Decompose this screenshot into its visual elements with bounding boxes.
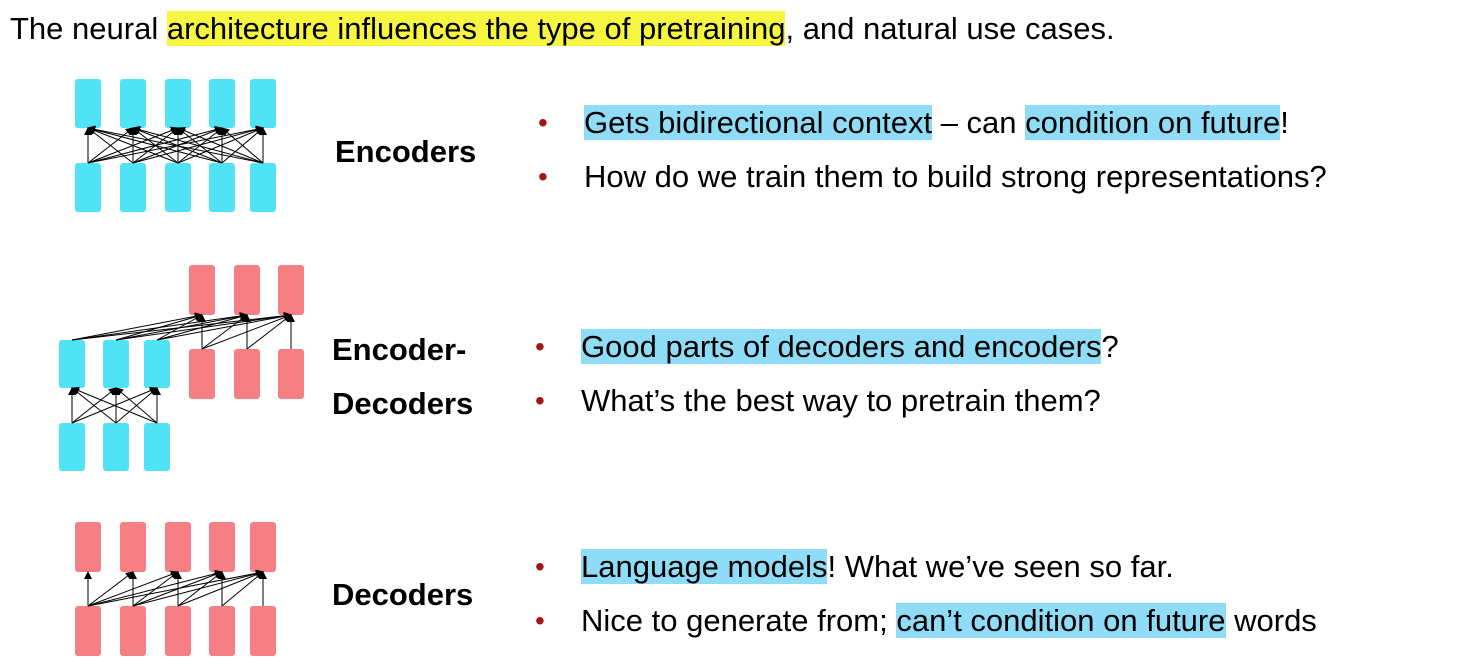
highlight-text: can’t condition on future — [896, 603, 1226, 638]
encoder-hidden-block — [120, 79, 146, 128]
bullet-text: words — [1225, 603, 1317, 638]
encoder-input-block — [75, 163, 101, 212]
decoder-output-block — [75, 522, 101, 572]
encoder-hidden-block — [75, 79, 101, 128]
bullet-text: Nice to generate from; — [581, 603, 897, 638]
encoder-diagram — [75, 79, 276, 212]
encoder-decoder-diagram — [59, 265, 304, 471]
bullet-icon: • — [538, 107, 548, 138]
decoder-input-block — [165, 606, 191, 656]
decoder-output-block — [234, 265, 260, 315]
encoder-decoders-label-line1: Encoder- — [332, 332, 467, 367]
connection-arrow — [115, 313, 203, 341]
highlight-text: Gets bidirectional context — [584, 105, 933, 140]
decoders-bullets: • Language models! What we’ve seen so fa… — [535, 547, 1317, 655]
encoder-decoders-label-line2: Decoders — [332, 386, 474, 421]
encoder-input-block — [120, 163, 146, 212]
decoder-input-block — [120, 606, 146, 656]
bullet-icon: • — [535, 385, 545, 416]
bullet-text: – can — [932, 105, 1026, 140]
connection-arrow — [87, 569, 264, 607]
highlight-text: condition on future — [1025, 105, 1281, 140]
highlight-text: Language models — [581, 549, 828, 584]
encoders-bullets: • Gets bidirectional context – can condi… — [538, 103, 1327, 211]
connection-arrow — [132, 571, 179, 607]
decoder-input-block — [189, 349, 215, 399]
encoder-input-block — [209, 163, 235, 212]
decoder-input-block — [250, 606, 276, 656]
bullet-text: ? — [1101, 329, 1119, 364]
decoder-input-block — [75, 606, 101, 656]
bullet-icon: • — [538, 161, 548, 192]
connection-arrow — [177, 570, 264, 607]
decoder-diagram — [75, 522, 276, 656]
decoder-output-block — [120, 522, 146, 572]
list-item: • Language models! What we’ve seen so fa… — [535, 547, 1317, 601]
decoder-input-block — [209, 606, 235, 656]
bullet-icon: • — [535, 331, 545, 362]
connection-arrow — [87, 571, 134, 607]
decoder-output-block — [209, 522, 235, 572]
decoder-output-block — [278, 265, 304, 315]
encoder-input-block — [59, 423, 85, 471]
bullet-text: What’s the best way to pretrain them? — [581, 383, 1101, 418]
encoder-hidden-block — [165, 79, 191, 128]
list-item: • Nice to generate from; can’t condition… — [535, 601, 1317, 655]
decoder-output-block — [250, 522, 276, 572]
highlight-text: Good parts of decoders and encoders — [581, 329, 1102, 364]
bullet-text: How do we train them to build strong rep… — [584, 159, 1327, 194]
encoder-hidden-block — [59, 340, 85, 388]
decoder-input-block — [234, 349, 260, 399]
encoder-hidden-block — [103, 340, 129, 388]
encoder-hidden-block — [209, 79, 235, 128]
decoder-input-block — [278, 349, 304, 399]
connection-arrow — [132, 569, 264, 607]
encoder-input-block — [250, 163, 276, 212]
bullet-icon: • — [535, 551, 545, 582]
list-item: • Gets bidirectional context – can condi… — [538, 103, 1327, 157]
encoder-input-block — [144, 423, 170, 471]
bullet-text: ! What we’ve seen so far. — [827, 549, 1174, 584]
list-item: • What’s the best way to pretrain them? — [535, 381, 1119, 435]
bullet-text: ! — [1280, 105, 1289, 140]
decoders-label: Decoders — [332, 577, 474, 612]
encoders-label: Encoders — [335, 134, 477, 169]
decoder-output-block — [189, 265, 215, 315]
encoder-input-block — [103, 423, 129, 471]
decoder-output-block — [165, 522, 191, 572]
list-item: • How do we train them to build strong r… — [538, 157, 1327, 211]
bullet-icon: • — [535, 605, 545, 636]
encoder-hidden-block — [250, 79, 276, 128]
encoder-input-block — [165, 163, 191, 212]
encoder-hidden-block — [144, 340, 170, 388]
encoder-decoders-bullets: • Good parts of decoders and encoders? •… — [535, 327, 1119, 435]
list-item: • Good parts of decoders and encoders? — [535, 327, 1119, 381]
